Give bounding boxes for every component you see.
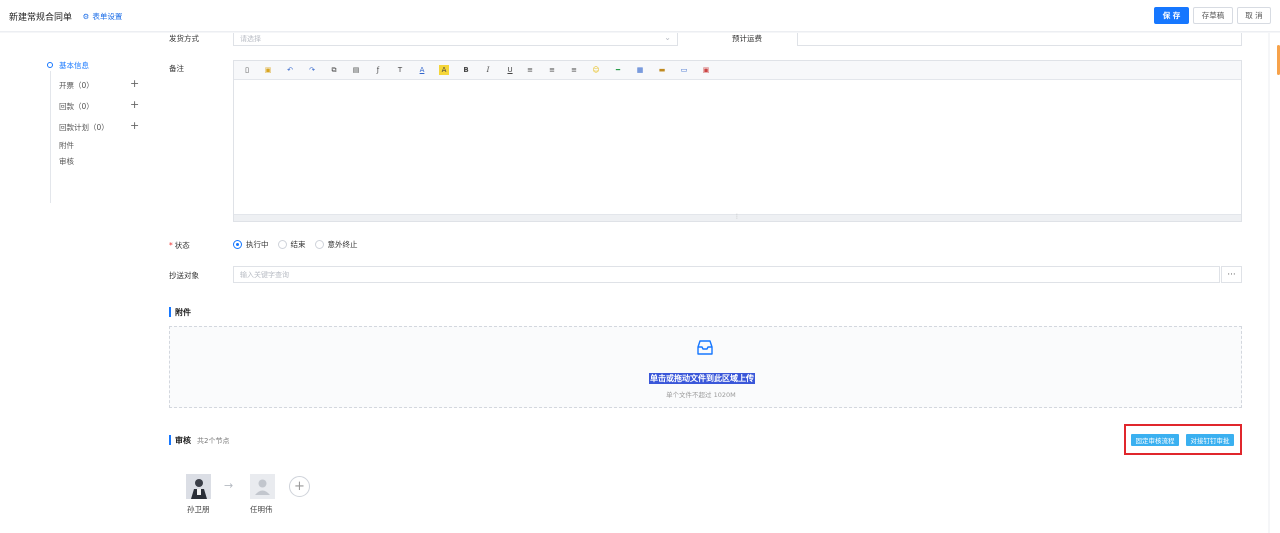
estimate-label: 预计运费 — [732, 34, 762, 43]
font-size-icon[interactable]: T — [395, 65, 405, 75]
paste-icon[interactable]: ▤ — [351, 65, 361, 75]
nav-item-basic-info[interactable]: 基本信息 — [59, 60, 89, 71]
inbox-icon — [697, 340, 713, 355]
fullscreen-icon[interactable]: ▣ — [701, 65, 711, 75]
link-icon[interactable]: ▬ — [657, 65, 667, 75]
status-radio-ended[interactable]: 结束 — [277, 239, 306, 250]
emoji-icon[interactable]: ☺ — [591, 65, 601, 75]
rich-text-editor[interactable]: ▯ ▣ ↶ ↷ ⧉ ▤ ƒ T A A B I U ≡ ≡ ≡ ☺ ━ ▦ ▬ … — [233, 60, 1242, 222]
align-center-icon[interactable]: ≡ — [547, 65, 557, 75]
form-settings-link[interactable]: ⚙ 表单设置 — [82, 11, 123, 22]
more-options-button[interactable]: ··· — [1221, 266, 1242, 283]
nav-item-payment[interactable]: 回款（0） — [59, 101, 94, 112]
avatar-placeholder[interactable] — [250, 474, 275, 499]
estimate-input[interactable] — [797, 33, 1242, 46]
attachment-section-title: 附件 — [175, 308, 191, 317]
image-icon[interactable]: ▣ — [263, 65, 273, 75]
status-label: * 状态 — [169, 241, 190, 250]
top-bar: 新建常规合同单 ⚙ 表单设置 保 存 存草稿 取 消 — [0, 0, 1280, 32]
save-draft-button[interactable]: 存草稿 — [1193, 7, 1233, 24]
cc-label: 抄送对象 — [169, 271, 199, 280]
radio-circle — [314, 240, 324, 249]
cancel-button[interactable]: 取 消 — [1237, 7, 1271, 24]
copy-icon[interactable]: ⧉ — [329, 65, 339, 75]
align-right-icon[interactable]: ≡ — [569, 65, 579, 75]
status-radio-running[interactable]: 执行中 — [233, 239, 269, 250]
status-radio-terminated[interactable]: 意外终止 — [314, 239, 358, 250]
fixed-review-flow-button[interactable]: 固定审核流程 — [1131, 434, 1179, 446]
chevron-down-icon: ⌄ — [664, 33, 671, 42]
shipping-placeholder: 请选择 — [240, 35, 261, 43]
dingtalk-approval-button[interactable]: 对接钉钉审批 — [1186, 434, 1234, 446]
section-accent-bar — [169, 307, 171, 317]
underline-icon[interactable]: U — [505, 65, 515, 75]
align-left-icon[interactable]: ≡ — [525, 65, 535, 75]
page-title: 新建常规合同单 — [9, 13, 73, 23]
upload-size-hint: 单个文件不超过 1020M — [666, 391, 736, 399]
table-icon[interactable]: ▦ — [635, 65, 645, 75]
bold-icon[interactable]: B — [461, 65, 471, 75]
format-icon[interactable]: ƒ — [373, 65, 383, 75]
nav-item-invoice[interactable]: 开票（0） — [59, 80, 94, 91]
status-radio-group: 执行中 结束 意外终止 — [233, 239, 367, 250]
right-strip — [1270, 33, 1280, 533]
horizontal-rule-icon[interactable]: ━ — [613, 65, 623, 75]
cc-search-input[interactable] — [234, 267, 1219, 282]
add-payment-plan-icon[interactable]: + — [130, 120, 139, 131]
gear-icon: ⚙ — [82, 12, 90, 21]
undo-icon[interactable]: ↶ — [285, 65, 295, 75]
save-button[interactable]: 保 存 — [1154, 7, 1189, 24]
section-accent-bar — [169, 435, 171, 445]
italic-icon[interactable]: I — [483, 65, 493, 75]
editor-resize-handle[interactable]: ⋮ — [234, 213, 1241, 221]
nav-active-dot — [47, 62, 53, 68]
font-color-icon[interactable]: A — [417, 65, 427, 75]
highlight-icon[interactable]: A — [439, 65, 449, 75]
nav-item-payment-plan[interactable]: 回款计划（0） — [59, 122, 109, 133]
reviewer-name-1: 孙卫朋 — [187, 505, 210, 514]
upload-instruction: 单击或拖动文件到此区域上传 — [649, 373, 755, 384]
redo-icon[interactable]: ↷ — [307, 65, 317, 75]
avatar[interactable] — [186, 474, 211, 499]
arrow-right-icon: → — [224, 479, 234, 492]
nav-timeline — [50, 71, 51, 203]
source-icon[interactable]: ▯ — [242, 65, 252, 75]
remark-label: 备注 — [169, 64, 184, 73]
radio-circle — [233, 240, 242, 249]
radio-circle — [277, 240, 287, 249]
cc-search-field[interactable] — [233, 266, 1220, 283]
nav-item-review[interactable]: 审核 — [59, 156, 74, 167]
nav-item-attachment[interactable]: 附件 — [59, 140, 74, 151]
review-node-count: 共2个节点 — [197, 437, 230, 445]
reviewer-name-2: 任明伟 — [250, 505, 273, 514]
review-section-title: 审核 — [175, 436, 191, 445]
section-nav: 基本信息 开票（0） + 回款（0） + 回款计划（0） + 附件 审核 — [0, 33, 152, 533]
add-reviewer-button[interactable]: + — [289, 476, 310, 497]
required-mark: * — [169, 241, 173, 250]
add-invoice-icon[interactable]: + — [130, 78, 139, 89]
add-payment-icon[interactable]: + — [130, 99, 139, 110]
editor-toolbar: ▯ ▣ ↶ ↷ ⧉ ▤ ƒ T A A B I U ≡ ≡ ≡ ☺ ━ ▦ ▬ … — [234, 61, 1241, 80]
resize-grip-icon: ⋮ — [734, 213, 740, 220]
form-settings-label: 表单设置 — [92, 12, 123, 21]
shipping-select[interactable]: 请选择 ⌄ — [233, 33, 678, 46]
clear-format-icon[interactable]: ▭ — [679, 65, 689, 75]
shipping-label: 发货方式 — [169, 34, 199, 43]
